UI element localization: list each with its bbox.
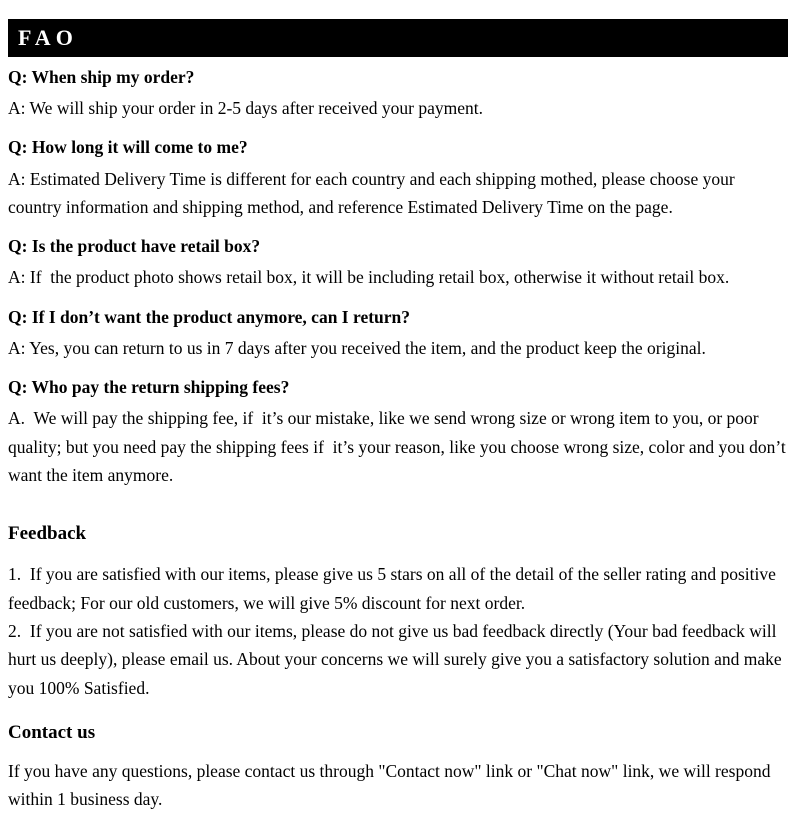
faq-answer: A: We will ship your order in 2-5 days a…	[8, 98, 484, 119]
feedback-section: Feedback 1. If you are satisfied with ou…	[8, 523, 792, 702]
faq-answer: A: Estimated Delivery Time is different …	[8, 168, 740, 217]
contact-heading: Contact us	[8, 721, 96, 743]
faq-item: Q: Who pay the return shipping fees? A. …	[8, 374, 792, 489]
faq-item: Q: How long it will come to me? A: Estim…	[8, 134, 792, 221]
faq-item: Q: If I don’t want the product anymore, …	[8, 304, 792, 362]
contact-section: Contact us If you have any questions, pl…	[8, 722, 792, 813]
faq-question: Q: When ship my order?	[8, 67, 195, 87]
faq-content: Q: When ship my order? A: We will ship y…	[8, 64, 792, 813]
faq-page: FAO Q: When ship my order? A: We will sh…	[0, 0, 800, 809]
feedback-list-item: 1. If you are satisfied with our items, …	[8, 564, 781, 613]
feedback-list: 1. If you are satisfied with our items, …	[8, 560, 792, 702]
faq-answer: A. We will pay the shipping fee, if it’s…	[8, 408, 791, 486]
feedback-heading: Feedback	[8, 523, 87, 545]
faq-question: Q: Who pay the return shipping fees?	[8, 377, 290, 398]
faq-answer: A: Yes, you can return to us in 7 days a…	[8, 337, 706, 358]
faq-question: Q: Is the product have retail box?	[8, 236, 261, 257]
page-title: FAO	[18, 25, 78, 50]
faq-item: Q: When ship my order? A: We will ship y…	[8, 64, 792, 122]
feedback-list-item: 2. If you are not satisfied with our ite…	[8, 620, 787, 698]
faq-question: Q: How long it will come to me?	[8, 137, 248, 158]
faq-answer: A: If the product photo shows retail box…	[8, 267, 730, 288]
faq-question: Q: If I don’t want the product anymore, …	[8, 306, 411, 327]
contact-body: If you have any questions, please contac…	[8, 760, 775, 810]
page-title-bar: FAO	[8, 19, 788, 57]
faq-item: Q: Is the product have retail box? A: If…	[8, 233, 792, 291]
